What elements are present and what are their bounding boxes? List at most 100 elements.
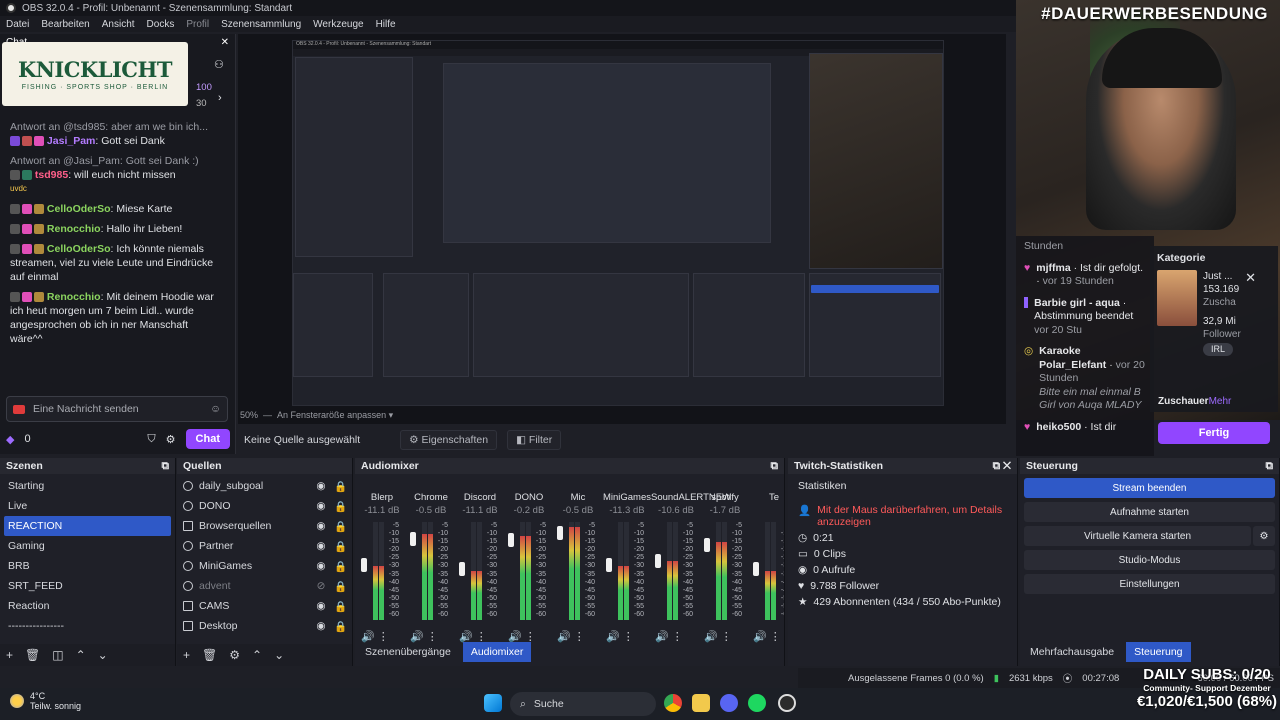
folder-icon[interactable]	[692, 694, 710, 712]
undock-icon[interactable]: ⧉	[771, 460, 779, 473]
menu-dots-icon[interactable]: ⋮	[721, 631, 732, 643]
undock-icon[interactable]: ⧉	[162, 460, 170, 473]
points-icon[interactable]: ◆	[6, 433, 14, 446]
zoom-label[interactable]: 50% — An Fensteraröße anpassen ▾	[240, 410, 393, 421]
scene-item[interactable]: BRB	[0, 556, 175, 576]
discord-icon[interactable]	[720, 694, 738, 712]
volume-fader[interactable]	[753, 562, 759, 576]
close-icon[interactable]: ✕	[221, 37, 229, 48]
chat-send-button[interactable]: Chat	[185, 429, 230, 449]
gear-icon[interactable]: ⚙	[1253, 526, 1275, 546]
volume-fader[interactable]	[557, 526, 563, 540]
gear-icon[interactable]: ⚙	[166, 433, 176, 446]
scene-item[interactable]: Gaming	[0, 536, 175, 556]
menu-ansicht[interactable]: Ansicht	[96, 19, 141, 30]
scene-separator[interactable]: ----------------	[0, 616, 175, 636]
speaker-icon[interactable]: 🔊	[606, 631, 620, 643]
source-item-hidden[interactable]: advent ⊘ 🔒	[177, 576, 352, 596]
source-item[interactable]: daily_subgoal ◉ 🔒	[177, 476, 352, 496]
menu-datei[interactable]: Datei	[0, 19, 35, 30]
settings-button[interactable]: Einstellungen	[1024, 574, 1275, 594]
spotify-icon[interactable]	[748, 694, 766, 712]
volume-fader[interactable]	[361, 558, 367, 572]
volume-fader[interactable]	[606, 558, 612, 572]
tab-audiomixer[interactable]: Audiomixer	[462, 642, 532, 662]
volume-fader[interactable]	[655, 554, 661, 568]
speaker-icon[interactable]: 🔊	[704, 631, 718, 643]
chat-input[interactable]: Eine Nachricht senden ☺	[6, 396, 228, 422]
menu-werkzeuge[interactable]: Werkzeuge	[307, 19, 369, 30]
virtual-cam-button[interactable]: Virtuelle Kamera starten	[1024, 526, 1251, 546]
fertig-button[interactable]: Fertig	[1158, 422, 1270, 444]
tab-mehrfachausgabe[interactable]: Mehrfachausgabe	[1022, 642, 1122, 662]
nested-mixer	[473, 273, 689, 377]
up-icon[interactable]: ⌃	[76, 648, 86, 662]
source-item[interactable]: Desktop ◉ 🔒	[177, 616, 352, 636]
volume-fader[interactable]	[410, 531, 416, 546]
source-item[interactable]: DONO ◉ 🔒	[177, 496, 352, 516]
add-icon[interactable]: +	[6, 648, 13, 662]
volume-fader[interactable]	[704, 538, 710, 552]
chevron-right-icon[interactable]: ›	[218, 92, 222, 104]
trash-icon[interactable]: 🗑	[25, 648, 40, 662]
menu-bearbeiten[interactable]: Bearbeiten	[35, 19, 95, 30]
menu-hilfe[interactable]: Hilfe	[370, 19, 402, 30]
channel-db: -1.7 dB	[709, 505, 741, 516]
weather-widget[interactable]: 4°C Teilw. sonnig	[10, 691, 81, 711]
tab-transitions[interactable]: Szenenübergänge	[357, 642, 459, 662]
taskbar-search[interactable]: ⌕ Suche	[510, 692, 656, 716]
category-viewers: 153.169	[1203, 284, 1240, 295]
add-icon[interactable]: +	[183, 648, 190, 662]
gear-icon[interactable]: ⚙	[229, 648, 240, 662]
menu-dots-icon[interactable]: ⋮	[672, 631, 683, 643]
tab-steuerung[interactable]: Steuerung	[1126, 642, 1191, 662]
scene-item[interactable]: Starting	[0, 476, 175, 496]
trash-icon[interactable]: 🗑	[202, 648, 217, 662]
source-item[interactable]: CAMS ◉ 🔒	[177, 596, 352, 616]
up-icon[interactable]: ⌃	[252, 648, 262, 662]
obs-taskbar-icon[interactable]	[778, 694, 796, 712]
source-item[interactable]: Browserquellen ◉ 🔒	[177, 516, 352, 536]
studio-mode-button[interactable]: Studio-Modus	[1024, 550, 1275, 570]
filter-button[interactable]: ◧ Filter	[507, 430, 562, 450]
down-icon[interactable]: ⌄	[274, 648, 284, 662]
chrome-icon[interactable]	[664, 694, 682, 712]
emote-icon[interactable]: ☺	[210, 403, 221, 415]
stream-preview[interactable]: OBS 32.0.4 - Profil: Unbenannt - Szenens…	[292, 40, 944, 406]
menu-dots-icon[interactable]: ⋮	[770, 631, 781, 643]
menu-dots-icon[interactable]: ⋮	[623, 631, 634, 643]
users-icon[interactable]: ⚇	[214, 58, 224, 71]
scene-item[interactable]: Reaction	[0, 596, 175, 616]
sun-icon	[10, 694, 24, 708]
windows-start-icon[interactable]	[484, 694, 502, 712]
scene-item[interactable]: SRT_FEED	[0, 576, 175, 596]
close-icon[interactable]: ⧉ ✕	[993, 460, 1011, 473]
source-item[interactable]: Partner ◉ 🔒	[177, 536, 352, 556]
speaker-icon[interactable]: 🔊	[753, 631, 767, 643]
channel-controls: 🔊 ⋮	[557, 630, 585, 643]
volume-fader[interactable]	[508, 533, 514, 548]
down-icon[interactable]: ⌄	[98, 648, 108, 662]
scene-item-selected[interactable]: REACTION	[4, 516, 171, 536]
heart-icon: ♥	[1024, 420, 1031, 433]
stream-stop-button[interactable]: Stream beenden	[1024, 478, 1275, 498]
close-icon[interactable]: ✕	[1245, 270, 1256, 286]
source-item[interactable]: MiniGames ◉ 🔒	[177, 556, 352, 576]
undock-icon[interactable]: ⧉	[1266, 460, 1274, 473]
shield-icon[interactable]: ⛉	[147, 433, 155, 446]
level-meter	[569, 522, 574, 620]
menu-dots-icon[interactable]: ⋮	[574, 631, 585, 643]
menu-szenensammlung[interactable]: Szenensammlung	[215, 19, 307, 30]
speaker-icon[interactable]: 🔊	[557, 631, 571, 643]
speaker-icon[interactable]: 🔊	[655, 631, 669, 643]
category-tag[interactable]: IRL	[1203, 343, 1234, 356]
menu-docks[interactable]: Docks	[141, 19, 181, 30]
record-button[interactable]: Aufnahme starten	[1024, 502, 1275, 522]
level-meter	[722, 522, 727, 620]
viewer-link[interactable]: ZuschauerMehr	[1158, 396, 1231, 407]
volume-fader[interactable]	[459, 562, 465, 576]
filter-icon[interactable]: ◫	[52, 648, 63, 662]
properties-button[interactable]: ⚙ Eigenschaften	[400, 430, 498, 450]
menu-profil[interactable]: Profil	[180, 19, 215, 30]
scene-item[interactable]: Live	[0, 496, 175, 516]
